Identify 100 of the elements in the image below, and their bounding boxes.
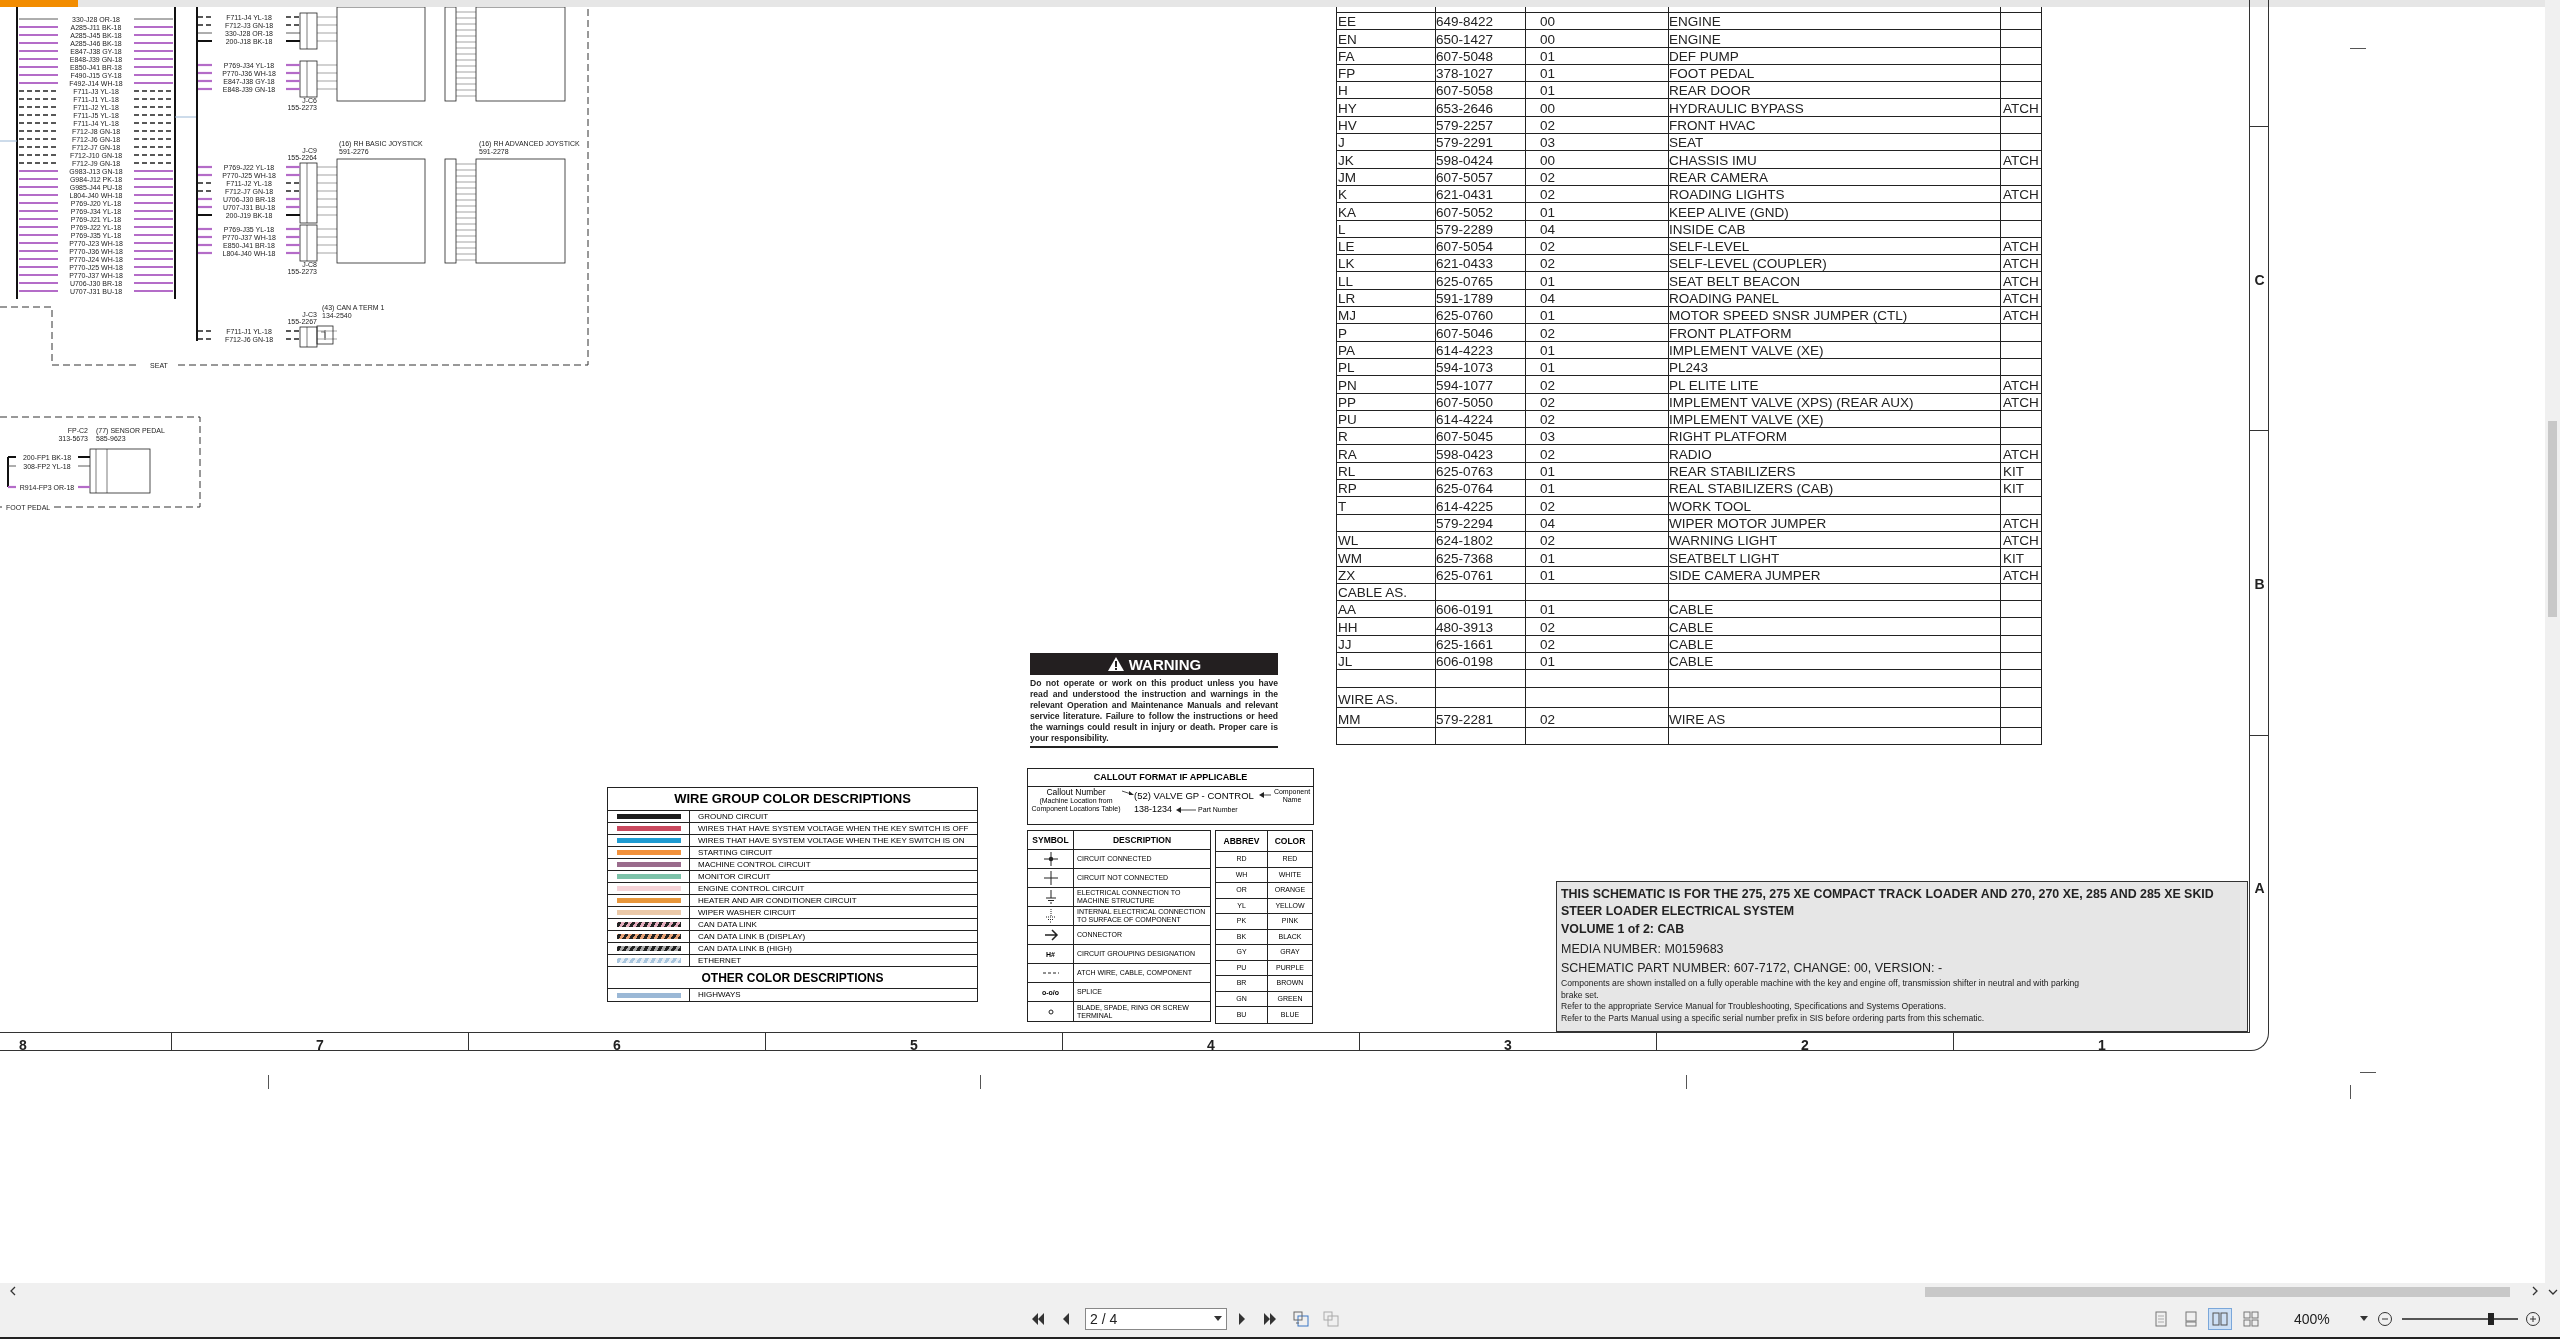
table-cell: 01 (1526, 462, 1669, 479)
zoom-slider[interactable] (2402, 1312, 2518, 1326)
table-cell: MM (1337, 707, 1436, 727)
table-cell: 01 (1526, 203, 1669, 220)
table-cell: FRONT HVAC (1669, 116, 2001, 134)
table-cell: AA (1337, 601, 1436, 618)
table-cell: WIRE AS. (1337, 687, 1436, 707)
table-cell: EN (1337, 30, 1436, 47)
table-cell: HV (1337, 116, 1436, 134)
legend-label: WIRES THAT HAVE SYSTEM VOLTAGE WHEN THE KEY SWITCH IS OFF (697, 823, 970, 834)
table-cell: 01 (1526, 566, 1669, 583)
table-cell: FA (1337, 47, 1436, 64)
not-connected-symbol-icon (1042, 870, 1059, 886)
connector-symbol-icon (1042, 927, 1059, 943)
table-cell: 606-0198 (1436, 653, 1526, 670)
table-cell: ENGINE (1669, 13, 2001, 30)
legend-label: CAN DATA LINK (697, 919, 758, 930)
zoom-in-icon (2525, 1311, 2541, 1327)
table-cell: HY (1337, 99, 1436, 116)
table-cell: IMPLEMENT VALVE (XE) (1669, 341, 2001, 358)
table-cell: 607-5058 (1436, 82, 1526, 99)
table-cell: 02 (1526, 410, 1669, 428)
column-number: 6 (612, 1036, 622, 1055)
table-cell: 01 (1526, 272, 1669, 289)
table-cell: CABLE (1669, 618, 2001, 635)
table-cell-text: ATCH (2002, 532, 2040, 549)
table-cell: 02 (1526, 707, 1669, 727)
callout-example: (52) VALVE GP - CONTROL (1134, 791, 1254, 801)
table-cell: FP (1337, 64, 1436, 82)
table-cell: 02 (1526, 324, 1669, 341)
table-cell: REAR CAMERA (1669, 168, 2001, 185)
table-cell: 598-0424 (1436, 151, 1526, 168)
note-text: Refer to the appropriate Service Manual for Troubleshooting, Specifications and Systems Operations. (1561, 1001, 1947, 1013)
callout-title: CALLOUT FORMAT IF APPLICABLE (1028, 769, 1313, 787)
table-cell: 480-3913 (1436, 618, 1526, 635)
table-cell: WORK TOOL (1669, 497, 2001, 514)
table-cell: 614-4224 (1436, 410, 1526, 428)
table-cell: LE (1337, 237, 1436, 255)
two-page-continuous-button[interactable] (2240, 1308, 2262, 1330)
legend-title: OTHER COLOR DESCRIPTIONS (608, 967, 977, 989)
table-cell: 00 (1526, 99, 1669, 116)
table-cell: IMPLEMENT VALVE (XPS) (REAR AUX) (1669, 393, 2001, 410)
arrow-icon (1122, 790, 1134, 796)
table-cell-text: KIT (2002, 549, 2025, 566)
zone-label: B (2253, 575, 2266, 594)
warning-icon (1106, 656, 1125, 672)
column-header: COLOR (1273, 834, 1307, 848)
table-cell-text: ATCH (2002, 151, 2040, 168)
table-cell-text: ATCH (2002, 290, 2040, 307)
column-number: 5 (909, 1036, 919, 1055)
zoom-out-icon (2377, 1311, 2393, 1327)
table-cell: RIGHT PLATFORM (1669, 428, 2001, 445)
back-view-button[interactable] (1290, 1308, 1312, 1330)
table-cell: P (1337, 324, 1436, 341)
table-cell: SIDE CAMERA JUMPER (1669, 566, 2001, 583)
table-cell-text: ATCH (2002, 566, 2040, 583)
table-cell: CABLE (1669, 653, 2001, 670)
horizontal-scrollbar[interactable] (0, 1283, 2560, 1300)
scrollbar-thumb[interactable] (2548, 421, 2557, 617)
table-cell-text: KIT (2002, 463, 2025, 479)
legend-title: WIRE GROUP COLOR DESCRIPTIONS (608, 788, 977, 811)
arrow-icon (1176, 807, 1196, 813)
two-page-icon (2212, 1311, 2228, 1327)
zone-label: C (2253, 271, 2266, 290)
table-cell: 614-4225 (1436, 497, 1526, 514)
column-number: 8 (18, 1036, 28, 1055)
forward-view-button[interactable] (1320, 1308, 1342, 1330)
legend-label: ETHERNET (697, 955, 743, 966)
vertical-scrollbar[interactable] (2545, 0, 2560, 1283)
two-page-button[interactable] (2208, 1308, 2232, 1330)
table-cell: 00 (1526, 30, 1669, 47)
table-cell: 01 (1526, 341, 1669, 358)
table-cell: MJ (1337, 307, 1436, 324)
zoom-field[interactable]: 400% (2280, 1308, 2372, 1330)
table-cell: 579-2257 (1436, 116, 1526, 134)
table-cell: 621-0431 (1436, 185, 1526, 203)
table-cell: 02 (1526, 185, 1669, 203)
table-cell: JM (1337, 168, 1436, 185)
table-cell: CHASSIS IMU (1669, 151, 2001, 168)
table-cell: 378-1027 (1436, 64, 1526, 82)
page-field[interactable]: 2 / 4 (1085, 1308, 1227, 1330)
table-cell: 653-2646 (1436, 99, 1526, 116)
scrollbar-thumb[interactable] (1925, 1287, 2510, 1297)
slider-thumb[interactable] (2487, 1313, 2494, 1325)
table-cell: 01 (1526, 358, 1669, 376)
table-cell: 01 (1526, 82, 1669, 99)
column-header: SYMBOL (1028, 831, 1074, 849)
table-cell: ENGINE (1669, 30, 2001, 47)
table-cell-text: ATCH (2002, 514, 2040, 531)
table-cell: SEAT (1669, 134, 2001, 151)
table-cell: 02 (1526, 497, 1669, 514)
table-cell-text: ATCH (2002, 99, 2040, 116)
table-cell: 607-5054 (1436, 237, 1526, 255)
table-cell: 607-5057 (1436, 168, 1526, 185)
table-cell: DEF PUMP (1669, 47, 2001, 64)
column-number: 7 (315, 1036, 325, 1055)
first-page-icon (1030, 1311, 1046, 1327)
table-cell: 579-2281 (1436, 707, 1526, 727)
table-cell: 02 (1526, 255, 1669, 272)
table-cell: 02 (1526, 376, 1669, 393)
